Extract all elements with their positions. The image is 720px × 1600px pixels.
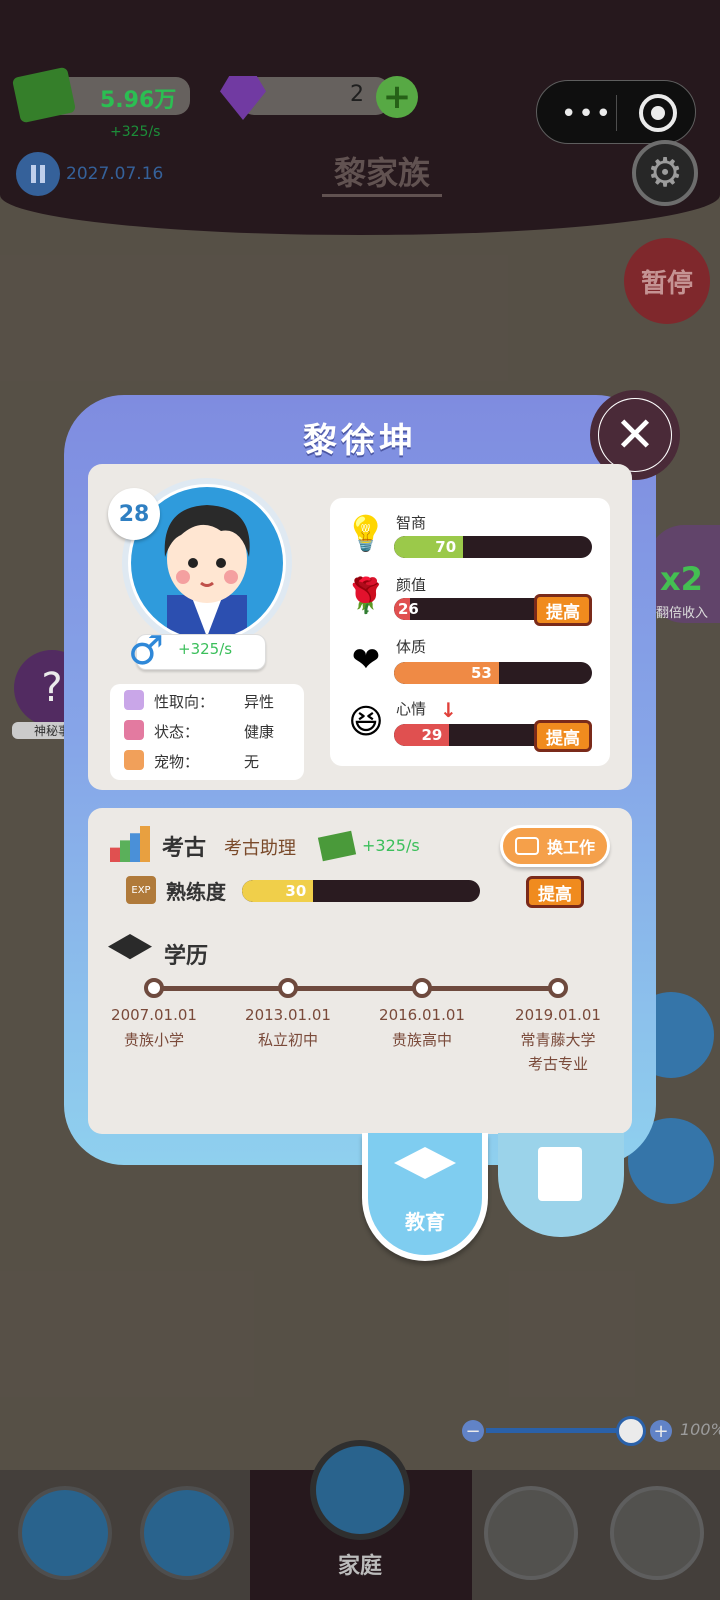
timeline-line (154, 986, 560, 991)
character-name: 黎徐坤 (303, 421, 417, 461)
timeline-node (144, 978, 164, 998)
mood-down-arrow-icon: ↓ (440, 698, 457, 722)
male-gender-icon: ♂ (128, 628, 164, 674)
info-row-pet: 宠物： 无 (118, 746, 298, 774)
stat-label-mood: 心情 (396, 700, 427, 718)
timeline-node (548, 978, 568, 998)
switch-job-label: 换工作 (546, 838, 595, 857)
character-income: +325/s (178, 640, 233, 658)
job-income: +325/s (362, 836, 420, 855)
info-value: 无 (244, 753, 260, 771)
age-badge: 28 (108, 488, 160, 540)
timeline-date: 2016.01.01 (379, 1006, 465, 1024)
job-title: 考古助理 (224, 838, 296, 859)
info-key: 状态： (154, 723, 200, 741)
timeline-school: 贵族高中 (391, 1031, 452, 1049)
mood-value: 29 (421, 726, 443, 744)
timeline-school: 私立初中 (257, 1031, 318, 1049)
info-key: 宠物： (154, 753, 200, 771)
stat-label-iq: 智商 (396, 514, 427, 532)
boost-mood-button[interactable]: 提高 (534, 720, 592, 752)
skill-bar: 30 (242, 880, 480, 902)
pet-paw-icon (124, 750, 144, 770)
info-list: 性取向： 异性 状态： 健康 宠物： 无 (110, 684, 304, 780)
boost-skill-button[interactable]: 提高 (526, 876, 584, 908)
notepad-pencil-icon (538, 1147, 582, 1201)
timeline-school: 常青藤大学 考古专业 (520, 1031, 596, 1073)
exp-briefcase-icon: EXP (126, 876, 156, 904)
education-tab[interactable] (362, 1133, 488, 1261)
switch-job-button[interactable]: 换工作 (500, 825, 610, 867)
job-field: 考古 (162, 836, 207, 861)
close-icon: ✕ (599, 399, 671, 471)
skill-value: 30 (285, 882, 307, 900)
timeline-date: 2007.01.01 (111, 1006, 197, 1024)
info-value: 健康 (244, 723, 275, 741)
skill-label: 熟练度 (166, 880, 226, 904)
gender-symbol-icon (124, 690, 144, 710)
lightbulb-icon: 💡 (344, 514, 388, 554)
info-row-orientation: 性取向： 异性 (118, 686, 298, 714)
heart-icon: ❤ (351, 640, 381, 680)
timeline-date: 2019.01.01 (515, 1006, 601, 1024)
laughing-face-icon: 😆 (348, 702, 384, 742)
stat-label-looks: 颜值 (396, 576, 427, 594)
education-tab-label: 教育 (405, 1210, 445, 1234)
boost-looks-button[interactable]: 提高 (534, 594, 592, 626)
info-key: 性取向： (154, 693, 215, 711)
timeline-school: 贵族小学 (123, 1031, 184, 1049)
physique-value: 53 (470, 664, 492, 682)
rose-icon: 🌹 (344, 576, 388, 616)
info-value: 异性 (244, 693, 275, 711)
physique-bar: 53 (394, 662, 592, 684)
health-kit-icon (124, 720, 144, 740)
looks-value: 26 (398, 600, 419, 618)
education-label: 学历 (164, 944, 209, 969)
stat-label-physique: 体质 (396, 638, 427, 656)
info-row-status: 状态： 健康 (118, 716, 298, 744)
timeline-date: 2013.01.01 (245, 1006, 331, 1024)
timeline-node (412, 978, 432, 998)
iq-bar: 70 (394, 536, 592, 558)
video-icon (514, 837, 539, 855)
graduation-cap-icon (394, 1147, 456, 1179)
timeline-node (278, 978, 298, 998)
iq-value: 70 (435, 538, 457, 556)
